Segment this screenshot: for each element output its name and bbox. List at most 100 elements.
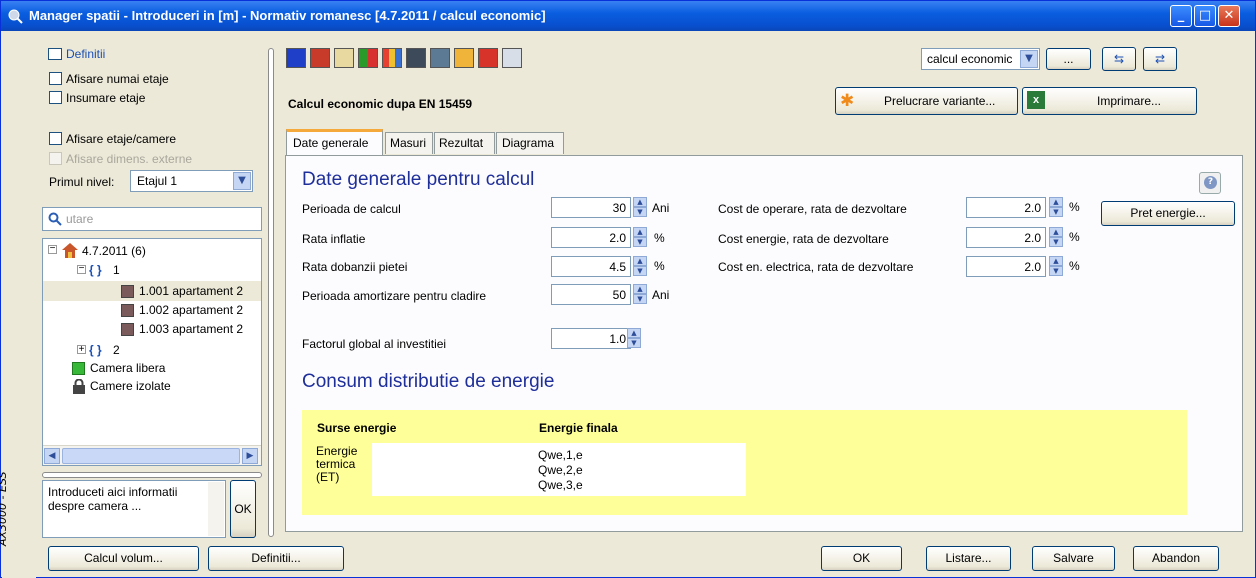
export-arrow-icon[interactable]: ⇄	[1143, 47, 1177, 71]
spinner[interactable]: ▲ ▼	[1049, 256, 1063, 276]
tab-diagrama[interactable]: Diagrama	[496, 132, 564, 154]
tree-label: 1	[113, 263, 120, 277]
tree-label: 1.002 apartament 2	[139, 303, 244, 317]
splitter[interactable]	[42, 472, 262, 478]
spinner[interactable]: ▲ ▼	[633, 197, 647, 217]
spin-up-icon[interactable]: ▲	[1049, 197, 1063, 207]
definitii-button[interactable]: Definitii...	[208, 546, 344, 571]
bar-chart-icon[interactable]	[382, 48, 402, 68]
room-tree[interactable]: − 4.7.2011 (6) − { } 1 1.001 apartament …	[42, 238, 262, 466]
scroll-right-icon[interactable]: ▶	[242, 448, 258, 464]
calcul-volum-button[interactable]: Calcul volum...	[48, 546, 199, 571]
tab-date-generale[interactable]: Date generale	[286, 129, 383, 156]
abandon-button[interactable]: Abandon	[1133, 546, 1219, 571]
more-button[interactable]: ...	[1046, 48, 1091, 70]
building-icon[interactable]	[430, 48, 450, 68]
pret-energie-button[interactable]: Pret energie...	[1101, 201, 1235, 226]
room-icon	[121, 323, 134, 336]
column-header: Energie finala	[539, 421, 618, 435]
tree-label: Camera libera	[90, 361, 166, 375]
spin-down-icon[interactable]: ▼	[633, 207, 647, 217]
book-icon[interactable]	[406, 48, 426, 68]
spin-down-icon[interactable]: ▼	[1049, 207, 1063, 217]
factor-global-input[interactable]: 1.0	[551, 328, 631, 349]
cost-energie-input[interactable]: 2.0	[966, 227, 1046, 248]
button-label: Imprimare...	[1097, 94, 1162, 108]
window-title: Manager spatii - Introduceri in [m] - No…	[29, 8, 546, 23]
spinner[interactable]: ▲ ▼	[1049, 227, 1063, 247]
spin-up-icon[interactable]: ▲	[633, 197, 647, 207]
spin-up-icon[interactable]: ▲	[633, 284, 647, 294]
search-input[interactable]: utare	[42, 207, 262, 231]
imprimare-button[interactable]: x Imprimare...	[1022, 87, 1197, 115]
perioada-amortizare-input[interactable]: 50	[551, 284, 631, 305]
cost-electrica-input[interactable]: 2.0	[966, 256, 1046, 277]
rata-inflatie-input[interactable]: 2.0	[551, 227, 631, 248]
row-label: Cost en. electrica, rata de dezvoltare	[718, 260, 914, 274]
spin-up-icon[interactable]: ▲	[627, 328, 641, 338]
search-icon	[48, 212, 62, 226]
chevron-down-icon: ▼	[233, 172, 251, 190]
room-icon	[121, 285, 134, 298]
unit-label: %	[654, 259, 665, 273]
cost-operare-input[interactable]: 2.0	[966, 197, 1046, 218]
rata-dobanzii-input[interactable]: 4.5	[551, 256, 631, 277]
primul-nivel-select[interactable]: Etajul 1 ▼	[130, 170, 253, 192]
spinner[interactable]: ▲ ▼	[627, 328, 641, 348]
select-value: Etajul 1	[137, 174, 178, 188]
checkbox-box	[49, 72, 62, 85]
star-icon: ✱	[840, 91, 855, 110]
spin-up-icon[interactable]: ▲	[1049, 256, 1063, 266]
spin-up-icon[interactable]: ▲	[1049, 227, 1063, 237]
expand-icon: −	[77, 263, 86, 274]
split-view-icon[interactable]	[358, 48, 378, 68]
column-header: Surse energie	[317, 421, 397, 435]
maximize-button[interactable]: □	[1194, 5, 1216, 27]
add-icon[interactable]	[310, 48, 330, 68]
pdf-icon[interactable]	[478, 48, 498, 68]
title-bar[interactable]: Manager spatii - Introduceri in [m] - No…	[1, 1, 1255, 31]
spinner[interactable]: ▲ ▼	[633, 256, 647, 276]
spin-up-icon[interactable]: ▲	[633, 227, 647, 237]
listare-button[interactable]: Listare...	[926, 546, 1011, 571]
globe-icon[interactable]	[286, 48, 306, 68]
document-icon[interactable]	[334, 48, 354, 68]
checkbox-label: Afisare etaje/camere	[66, 132, 177, 146]
spin-down-icon[interactable]: ▼	[633, 266, 647, 276]
export-icon[interactable]	[454, 48, 474, 68]
salvare-button[interactable]: Salvare	[1032, 546, 1115, 571]
close-button[interactable]: ✕	[1218, 5, 1240, 27]
variant-select[interactable]: calcul economic ▼	[921, 48, 1040, 70]
ok-button[interactable]: OK	[821, 546, 902, 571]
energy-value: Qwe,3,e	[538, 478, 583, 492]
prelucrare-variante-button[interactable]: ✱ Prelucrare variante...	[835, 87, 1018, 115]
scroll-thumb[interactable]	[62, 448, 240, 464]
tree-label: 4.7.2011 (6)	[82, 244, 146, 258]
tab-rezultat[interactable]: Rezultat	[434, 132, 495, 154]
import-arrow-icon[interactable]: ⇆	[1102, 47, 1136, 71]
scroll-left-icon[interactable]: ◀	[44, 448, 60, 464]
perioada-calcul-input[interactable]: 30	[551, 197, 631, 218]
tab-masuri[interactable]: Masuri	[385, 132, 433, 154]
minimize-button[interactable]: _	[1170, 5, 1192, 27]
help-button[interactable]: ?	[1199, 172, 1221, 194]
info-text: Introduceti aici informatii despre camer…	[48, 485, 178, 513]
spin-down-icon[interactable]: ▼	[1049, 237, 1063, 247]
spin-down-icon[interactable]: ▼	[1049, 266, 1063, 276]
vertical-scrollbar[interactable]	[208, 482, 224, 536]
horizontal-scrollbar[interactable]: ◀ ▶	[43, 445, 261, 465]
spinner[interactable]: ▲ ▼	[633, 284, 647, 304]
info-ok-button[interactable]: OK	[230, 480, 256, 538]
spin-down-icon[interactable]: ▼	[633, 237, 647, 247]
spinner[interactable]: ▲ ▼	[633, 227, 647, 247]
spin-up-icon[interactable]: ▲	[633, 256, 647, 266]
spin-down-icon[interactable]: ▼	[627, 338, 641, 348]
room-icon	[121, 304, 134, 317]
spin-down-icon[interactable]: ▼	[633, 294, 647, 304]
vertical-splitter[interactable]	[268, 48, 274, 537]
unit-label: Ani	[652, 201, 670, 215]
room-info-textarea[interactable]: Introduceti aici informatii despre camer…	[42, 480, 226, 538]
spinner[interactable]: ▲ ▼	[1049, 197, 1063, 217]
row-label: Factorul global al investitiei	[302, 337, 447, 351]
table-icon[interactable]	[502, 48, 522, 68]
